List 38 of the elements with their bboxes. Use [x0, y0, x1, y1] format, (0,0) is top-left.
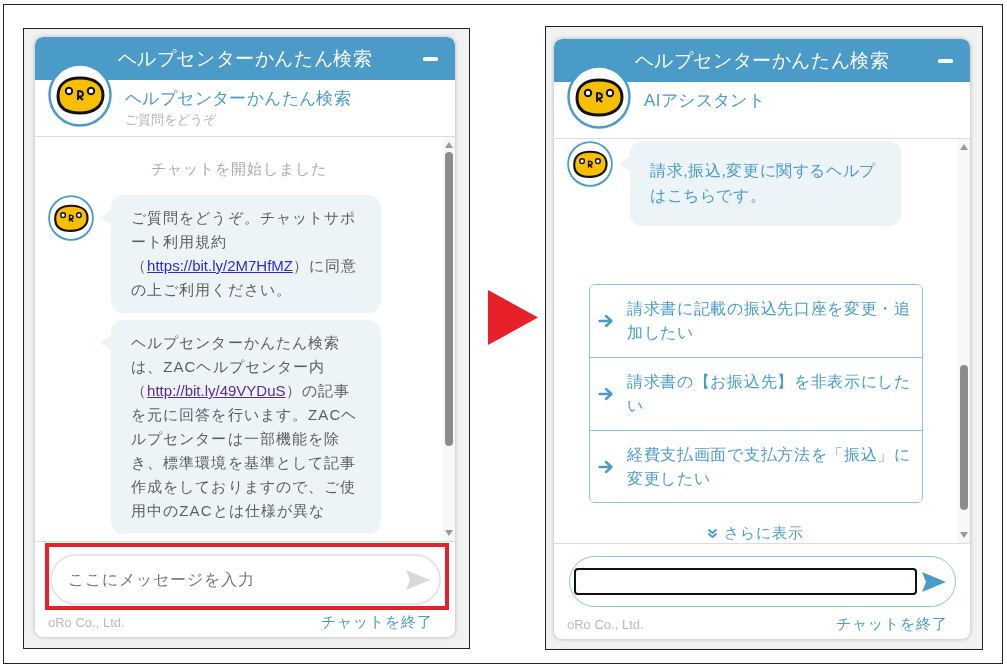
send-icon	[921, 570, 947, 593]
minimize-button[interactable]	[423, 56, 438, 61]
message-input[interactable]: ここにメッセージを入力	[56, 566, 401, 593]
scrollbar-thumb[interactable]	[445, 152, 453, 446]
scrollbar-thumb[interactable]	[960, 365, 968, 510]
company-name: oRo Co., Ltd.	[567, 617, 644, 632]
message-field[interactable]	[569, 556, 956, 607]
header-title: ヘルプセンターかんたん検索	[117, 47, 373, 71]
message-link[interactable]: http://bit.ly/49VYDuS	[147, 382, 286, 399]
assistant-name: AIアシスタント	[644, 90, 766, 112]
double-chevron-down-icon	[708, 528, 717, 538]
scroll-down-icon[interactable]	[960, 532, 968, 538]
end-chat-link[interactable]: チャットを終了	[836, 615, 948, 634]
message-text: ご質問をどうぞ。チャットサポート利用規約（https://bit.ly/2M7HfMZ）に同意の上ご利用ください。	[131, 208, 359, 300]
message-text: 請求,振込,変更に関するヘルプはこちらです。	[650, 161, 877, 206]
minimize-button[interactable]	[938, 58, 953, 63]
assistant-subtitle: ご質問をどうぞ	[125, 111, 216, 129]
send-button[interactable]	[921, 570, 947, 593]
triangle-arrow-icon	[488, 290, 538, 345]
header-title: ヘルプセンターかんたん検索	[634, 49, 890, 73]
arrow-right-icon	[598, 387, 614, 401]
option-button[interactable]: 請求書に記載の振込先口座を変更・追加したい	[590, 285, 922, 358]
message-text: ヘルプセンターかんたん検索は、ZACヘルプセンター内（http://bit.ly/49VYDuS）の記事を元に回答を行います。ZACヘルプセンターは一部機能を除き、標準環境を基準として記事作成をしておりますので、ご使用中のZACとは仕様が異な	[131, 333, 359, 521]
minimize-icon	[423, 56, 438, 61]
show-more-button[interactable]: さらに表示	[708, 523, 804, 543]
system-message: チャットを開始しました	[151, 159, 327, 179]
send-icon	[405, 568, 431, 591]
scroll-up-icon[interactable]	[445, 142, 453, 148]
arrow-right-icon	[598, 314, 614, 328]
assistant-name: ヘルプセンターかんたん検索	[125, 88, 352, 110]
message-input[interactable]	[574, 568, 917, 595]
scroll-up-icon[interactable]	[960, 144, 968, 150]
minimize-icon	[938, 58, 953, 63]
scroll-down-icon[interactable]	[445, 530, 453, 536]
message-link[interactable]: https://bit.ly/2M7HfMZ	[147, 257, 293, 274]
end-chat-link[interactable]: チャットを終了	[321, 613, 433, 632]
arrow-right-icon	[598, 459, 614, 474]
company-name: oRo Co., Ltd.	[48, 615, 125, 630]
